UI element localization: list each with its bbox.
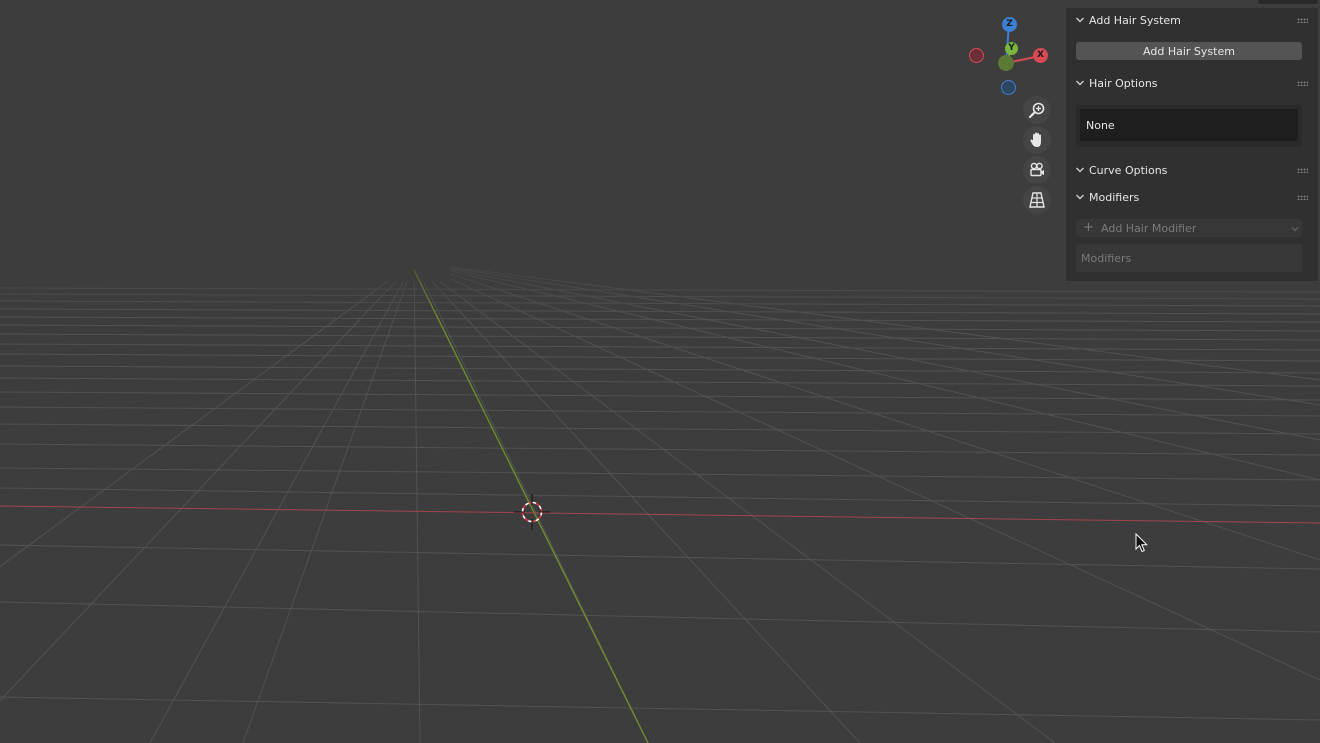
perspective-toggle-button[interactable] (1023, 186, 1051, 214)
grid-line (149, 280, 404, 743)
grid-line (0, 423, 1320, 435)
hair-options-box: None (1076, 105, 1302, 147)
grid-line (0, 443, 1320, 456)
header-tab[interactable] (1258, 0, 1318, 4)
panel-header-hair-options[interactable]: Hair Options (1066, 73, 1318, 95)
zoom-icon (1028, 102, 1045, 119)
gizmo-z-neg-handle[interactable] (1001, 80, 1016, 95)
navigation-gizmo[interactable]: Z Y X (962, 12, 1058, 102)
panel-title: Add Hair System (1089, 14, 1181, 27)
grid-line (0, 391, 1320, 401)
panel-header-modifiers[interactable]: Modifiers (1066, 187, 1318, 209)
grid-line (0, 406, 1320, 417)
grid-line (242, 281, 408, 743)
modifiers-list-label: Modifiers (1081, 252, 1132, 265)
hair-options-field[interactable]: None (1080, 109, 1298, 141)
chevron-down-icon (1076, 194, 1084, 200)
grid-line (0, 280, 389, 568)
grid-line (0, 544, 1320, 570)
gizmo-x-neg-handle[interactable] (969, 48, 984, 63)
grid-line (0, 377, 1320, 387)
camera-view-icon (1030, 162, 1044, 177)
gizmo-y-handle[interactable]: Y (1005, 42, 1018, 55)
grid-line (0, 353, 1320, 362)
panel-title: Modifiers (1089, 191, 1140, 204)
chevron-down-icon (1076, 80, 1084, 86)
panel-title: Hair Options (1089, 77, 1158, 90)
x-axis-line (0, 505, 1320, 524)
gizmo-y-neg-handle[interactable] (998, 55, 1014, 71)
grid-line (0, 324, 1320, 332)
zoom-button[interactable] (1023, 96, 1051, 124)
gizmo-z-handle[interactable]: Z (1002, 17, 1017, 32)
grid-line (0, 280, 397, 702)
panel-header-add-hair-system[interactable]: Add Hair System (1066, 10, 1318, 32)
chevron-down-icon (1291, 227, 1299, 232)
grid-line (0, 601, 1320, 633)
drag-grip-icon[interactable] (1297, 195, 1308, 200)
gizmo-x-handle[interactable]: X (1033, 48, 1048, 63)
camera-view-button[interactable] (1023, 156, 1051, 184)
hair-options-value: None (1086, 119, 1115, 132)
add-hair-modifier-label: Add Hair Modifier (1101, 222, 1197, 235)
hand-pan-icon (1030, 132, 1041, 147)
grid-line (0, 467, 1320, 481)
pan-button[interactable] (1023, 126, 1051, 154)
panel-header-curve-options[interactable]: Curve Options (1066, 160, 1318, 182)
mouse-cursor-icon (1135, 533, 1149, 553)
add-hair-modifier-dropdown[interactable]: + Add Hair Modifier (1076, 219, 1302, 237)
sidebar-panel: Add Hair System Add Hair System Hair Opt… (1066, 8, 1318, 281)
grid-line (0, 487, 1320, 507)
grid-line (0, 343, 1320, 351)
panel-title: Curve Options (1089, 164, 1168, 177)
chevron-down-icon (1076, 167, 1084, 173)
drag-grip-icon[interactable] (1297, 168, 1308, 173)
modifiers-list: Modifiers (1076, 244, 1302, 272)
plus-icon: + (1083, 220, 1094, 235)
add-hair-system-button[interactable]: Add Hair System (1076, 42, 1302, 60)
grid-line (0, 696, 1320, 721)
3d-cursor-icon[interactable] (514, 494, 550, 530)
grid-line (0, 365, 1320, 374)
perspective-grid-icon (1029, 192, 1045, 208)
drag-grip-icon[interactable] (1297, 81, 1308, 86)
chevron-down-icon (1076, 17, 1084, 23)
grid-line (413, 281, 421, 743)
grid-line (0, 333, 1320, 341)
drag-grip-icon[interactable] (1297, 18, 1308, 23)
